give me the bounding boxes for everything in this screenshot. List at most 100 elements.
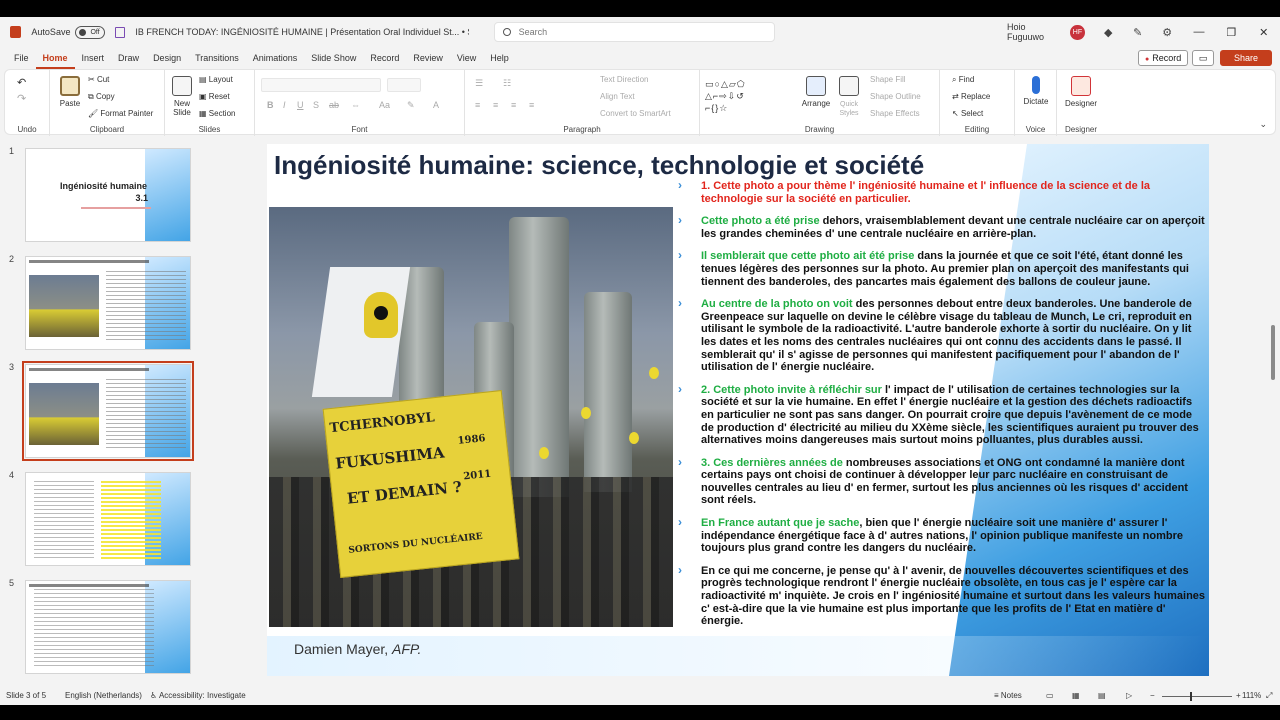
notes-button[interactable]: ≡ Notes [994, 691, 1022, 700]
tab-slide-show[interactable]: Slide Show [304, 47, 363, 69]
screen-bottom-edge [0, 705, 1280, 720]
shape-outline-button[interactable]: Shape Outline [870, 92, 921, 101]
tab-animations[interactable]: Animations [246, 47, 305, 69]
section-button[interactable]: ▦ Section [199, 109, 235, 118]
photo-credit[interactable]: Damien Mayer, AFP. [294, 641, 421, 657]
font-name-dropdown[interactable] [261, 78, 381, 92]
redo-icon[interactable]: ↷ [17, 92, 26, 105]
paste-button[interactable]: Paste [55, 76, 85, 108]
dictate-button[interactable]: Dictate [1019, 76, 1053, 106]
zoom-in-icon[interactable]: + [1236, 691, 1241, 700]
reading-view-icon[interactable]: ▤ [1098, 691, 1106, 700]
share-button[interactable]: Share [1220, 50, 1272, 66]
tab-review[interactable]: Review [406, 47, 450, 69]
select-button[interactable]: ↖ Select [952, 109, 983, 118]
tab-record[interactable]: Record [363, 47, 406, 69]
section-label: Section [208, 109, 236, 118]
slide-canvas[interactable]: Ingéniosité humaine: science, technologi… [267, 144, 1209, 676]
document-title[interactable]: IB FRENCH TODAY: INGÉNIOSITÉ HUMAINE | P… [135, 27, 468, 37]
slideshow-view-icon[interactable]: ▷ [1126, 691, 1132, 700]
restore-icon[interactable]: ❐ [1215, 26, 1247, 39]
tab-transitions[interactable]: Transitions [188, 47, 246, 69]
undo-icon[interactable]: ↶ [17, 76, 26, 89]
slide-sorter-icon[interactable]: ▦ [1072, 691, 1080, 700]
slide-thumbnail-3[interactable] [22, 361, 194, 461]
font-color-icon[interactable]: A [433, 100, 439, 110]
minimize-icon[interactable]: — [1183, 26, 1215, 38]
highlight-icon[interactable]: ✎ [407, 100, 415, 111]
zoom-level[interactable]: 111% [1242, 691, 1261, 700]
scrollbar-thumb[interactable] [1271, 325, 1275, 380]
align-left-icon[interactable]: ≡ [475, 100, 480, 110]
strikethrough-icon[interactable]: ab [329, 100, 339, 110]
shape-effects-button[interactable]: Shape Effects [870, 109, 920, 118]
convert-smartart-button[interactable]: Convert to SmartArt [600, 109, 671, 118]
layout-button[interactable]: ▤ Layout [199, 75, 233, 84]
tab-insert[interactable]: Insert [75, 47, 112, 69]
tab-file[interactable]: File [7, 47, 36, 69]
char-spacing-icon[interactable]: ⇔ [351, 100, 360, 110]
text-direction-button[interactable]: Text Direction [600, 75, 648, 84]
quick-styles-button[interactable]: Quick Styles [836, 76, 862, 117]
zoom-slider-thumb[interactable] [1190, 692, 1192, 701]
bold-icon[interactable]: B [267, 100, 274, 110]
protest-photo[interactable]: TCHERNOBYL FUKUSHIMA ET DEMAIN ? 1986 20… [269, 207, 673, 627]
align-center-icon[interactable]: ≡ [493, 100, 498, 110]
normal-view-icon[interactable]: ▭ [1046, 691, 1054, 700]
copy-button[interactable]: ⧉ Copy [88, 92, 115, 102]
cooling-tower [584, 292, 632, 492]
reset-button[interactable]: ▣ Reset [199, 92, 230, 101]
tab-view[interactable]: View [450, 47, 483, 69]
designer-button[interactable]: Designer [1061, 76, 1101, 108]
font-size-dropdown[interactable] [387, 78, 421, 92]
language-indicator[interactable]: English (Netherlands) [65, 691, 142, 700]
autosave-toggle[interactable]: Off [75, 25, 105, 39]
gem-icon[interactable]: ◆ [1103, 26, 1114, 39]
pen-icon[interactable]: ✎ [1132, 26, 1143, 39]
zoom-slider[interactable] [1162, 696, 1232, 697]
close-icon[interactable]: ✕ [1248, 26, 1280, 39]
save-icon[interactable] [114, 26, 126, 38]
designer-button-label: Designer [1064, 99, 1097, 108]
tab-draw[interactable]: Draw [111, 47, 146, 69]
format-painter-button[interactable]: 🖌 Format Painter [88, 109, 153, 118]
vertical-scrollbar[interactable] [1270, 140, 1276, 685]
search-input[interactable]: Search [493, 22, 776, 42]
slide-thumbnail-1[interactable]: Ingéniosité humaine 3.1 [25, 148, 191, 242]
zoom-out-icon[interactable]: − [1150, 691, 1155, 700]
avatar[interactable]: HF [1070, 24, 1085, 40]
change-case-icon[interactable]: Aa [379, 100, 390, 110]
tab-home[interactable]: Home [35, 47, 75, 69]
comments-icon[interactable]: ▭ [1192, 50, 1214, 66]
accessibility-status[interactable]: ♿ Accessibility: Investigate [150, 691, 246, 700]
slide-text-box[interactable]: 1. Cette photo a pour thème l' ingéniosi… [678, 179, 1206, 638]
bullets-icon[interactable]: ☰ [475, 78, 483, 89]
settings-gear-icon[interactable]: ⚙ [1161, 26, 1172, 39]
collapse-ribbon-icon[interactable]: ⌄ [1259, 119, 1267, 130]
tab-help[interactable]: Help [483, 47, 516, 69]
replace-button[interactable]: ⇄ Replace [952, 92, 990, 101]
slide-thumbnail-2[interactable] [25, 256, 191, 350]
new-slide-button[interactable]: New Slide [167, 76, 197, 117]
numbering-icon[interactable]: ☷ [503, 78, 511, 89]
align-right-icon[interactable]: ≡ [511, 100, 516, 110]
align-text-button[interactable]: Align Text [600, 92, 635, 101]
slides-label: Slides [198, 125, 221, 134]
italic-icon[interactable]: I [283, 100, 286, 110]
shadow-icon[interactable]: S [313, 100, 319, 110]
fit-slide-icon[interactable]: ⤢ [1266, 691, 1272, 701]
find-button[interactable]: ⌕ Find [952, 75, 974, 85]
cut-button[interactable]: ✂ Cut [88, 75, 109, 84]
shape-fill-button[interactable]: Shape Fill [870, 75, 906, 84]
slide-thumbnail-4[interactable] [25, 472, 191, 566]
justify-icon[interactable]: ≡ [529, 100, 534, 110]
tab-design[interactable]: Design [146, 47, 188, 69]
user-name[interactable]: Hoio Fuguuwo [1007, 22, 1062, 42]
underline-icon[interactable]: U [297, 100, 304, 110]
record-button[interactable]: Record [1138, 50, 1189, 66]
slide-title[interactable]: Ingéniosité humaine: science, technologi… [274, 150, 924, 181]
balloon [581, 407, 591, 419]
slide-thumbnail-5[interactable] [25, 580, 191, 674]
shapes-gallery[interactable]: ▭○△▱⬠ △⌐⇨⇩↺ ⌐{}☆ [705, 78, 785, 116]
arrange-button[interactable]: Arrange [798, 76, 834, 108]
